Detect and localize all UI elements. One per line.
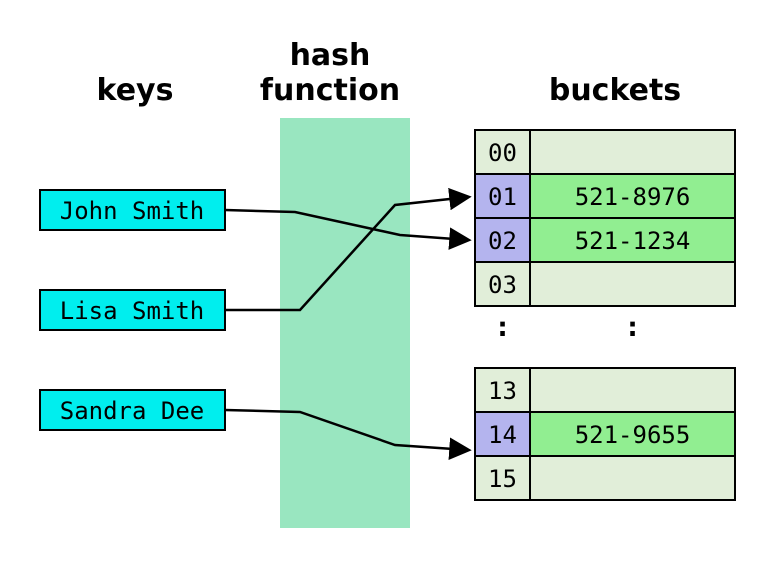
bucket-table: 0001 521-897602 521-123403::1314 521-965515 xyxy=(475,130,735,500)
bucket-value-text: 521-9655 xyxy=(575,421,691,449)
key-label: John Smith xyxy=(60,197,205,225)
heading-hash-line1: hash xyxy=(290,38,371,73)
key-label: Lisa Smith xyxy=(60,297,205,325)
key-john-smith: John Smith xyxy=(40,190,225,230)
key-label: Sandra Dee xyxy=(60,397,205,425)
bucket-value-cell xyxy=(530,456,735,500)
heading-buckets: buckets xyxy=(549,73,681,108)
hash-function-box xyxy=(280,118,410,528)
bucket-index-text: 13 xyxy=(488,377,517,405)
bucket-index-text: 15 xyxy=(488,465,517,493)
key-sandra-dee: Sandra Dee xyxy=(40,390,225,430)
bucket-value-text: 521-1234 xyxy=(575,227,691,255)
bucket-ellipsis-value: : xyxy=(624,310,641,343)
bucket-ellipsis-index: : xyxy=(494,310,511,343)
bucket-index-text: 01 xyxy=(488,183,517,211)
bucket-index-text: 03 xyxy=(488,271,517,299)
heading-hash-line2: function xyxy=(260,73,400,108)
bucket-value-cell xyxy=(530,368,735,412)
bucket-value-text: 521-8976 xyxy=(575,183,691,211)
bucket-value-cell xyxy=(530,262,735,306)
bucket-index-text: 00 xyxy=(488,139,517,167)
bucket-index-text: 02 xyxy=(488,227,517,255)
bucket-value-cell xyxy=(530,130,735,174)
bucket-index-text: 14 xyxy=(488,421,517,449)
heading-keys: keys xyxy=(97,73,174,108)
key-lisa-smith: Lisa Smith xyxy=(40,290,225,330)
